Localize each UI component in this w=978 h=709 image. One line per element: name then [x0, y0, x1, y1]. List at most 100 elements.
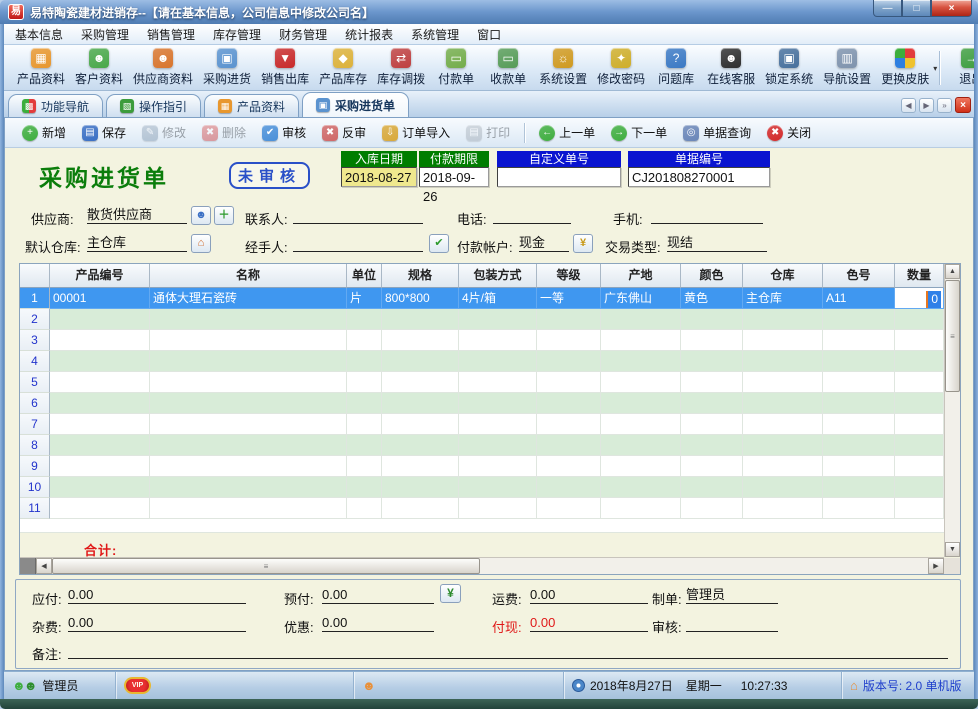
cell-warehouse[interactable]: [743, 477, 823, 498]
cell-warehouse[interactable]: [743, 372, 823, 393]
cell-origin[interactable]: [601, 414, 681, 435]
cell-quantity[interactable]: [895, 456, 944, 477]
close-button[interactable]: ×: [931, 0, 972, 17]
cell-name[interactable]: [150, 498, 347, 519]
cell-origin[interactable]: [601, 498, 681, 519]
cell-quantity[interactable]: [895, 393, 944, 414]
cell-color[interactable]: [681, 393, 743, 414]
table-row[interactable]: 10: [20, 477, 960, 498]
cell-warehouse[interactable]: [743, 498, 823, 519]
toolbar-question-bank-button[interactable]: ?问题库: [650, 46, 702, 89]
phone-field[interactable]: [493, 207, 571, 224]
tab-purchase-order[interactable]: ▣采购进货单: [302, 92, 409, 117]
maximize-button[interactable]: □: [902, 0, 931, 17]
cell-grade[interactable]: [537, 435, 601, 456]
cell-unit[interactable]: [347, 498, 382, 519]
prev-doc-button[interactable]: ←上一单: [532, 122, 602, 143]
table-row[interactable]: 5: [20, 372, 960, 393]
cell-product-code[interactable]: [50, 330, 150, 351]
supplier-add-button[interactable]: ＋: [214, 206, 234, 225]
payment-account-field[interactable]: 现金: [519, 235, 569, 252]
cell-spec[interactable]: [382, 309, 459, 330]
cell-product-code[interactable]: [50, 309, 150, 330]
cash-paid-field[interactable]: 0.00: [530, 615, 648, 632]
table-row[interactable]: 100001通体大理石瓷砖片800*8004片/箱一等广东佛山黄色主仓库A110: [20, 288, 960, 309]
cell-color-no[interactable]: [823, 372, 895, 393]
cell-packing[interactable]: [459, 435, 537, 456]
handler-select-button[interactable]: ✔: [429, 234, 449, 253]
toolbar-product-data-button[interactable]: ▦产品资料: [12, 46, 70, 89]
cell-warehouse[interactable]: 主仓库: [743, 288, 823, 309]
horizontal-scrollbar[interactable]: ◀ ≡ ▶: [20, 557, 944, 574]
cell-unit[interactable]: [347, 351, 382, 372]
cell-packing[interactable]: 4片/箱: [459, 288, 537, 309]
cell-color-no[interactable]: [823, 393, 895, 414]
cell-spec[interactable]: [382, 498, 459, 519]
cell-name[interactable]: [150, 435, 347, 456]
cell-grade[interactable]: [537, 309, 601, 330]
toolbar-stock-transfer-button[interactable]: ⇄库存调拨: [372, 46, 430, 89]
column-header-origin[interactable]: 产地: [601, 264, 681, 288]
doc-query-button[interactable]: ◎单据查询: [676, 122, 758, 143]
cell-name[interactable]: [150, 351, 347, 372]
cell-origin[interactable]: [601, 330, 681, 351]
cell-warehouse[interactable]: [743, 330, 823, 351]
column-header-quantity[interactable]: 数量: [895, 264, 944, 288]
cell-origin[interactable]: [601, 393, 681, 414]
menu-item-sales-mgmt[interactable]: 销售管理: [138, 24, 204, 45]
cell-color-no[interactable]: A11: [823, 288, 895, 309]
cell-color-no[interactable]: [823, 351, 895, 372]
cell-grade[interactable]: 一等: [537, 288, 601, 309]
cell-name[interactable]: [150, 393, 347, 414]
tab-function-nav[interactable]: ▩功能导航: [8, 94, 103, 117]
inbound-date-value[interactable]: 2018-08-27: [341, 167, 417, 187]
cell-quantity[interactable]: [895, 309, 944, 330]
toolbar-online-service-button[interactable]: ☻在线客服: [702, 46, 760, 89]
cell-grade[interactable]: [537, 414, 601, 435]
add-button[interactable]: +新增: [15, 122, 73, 143]
tab-list-menu-button[interactable]: »: [937, 98, 952, 113]
cell-packing[interactable]: [459, 498, 537, 519]
cell-quantity[interactable]: [895, 498, 944, 519]
table-row[interactable]: 6: [20, 393, 960, 414]
cell-quantity[interactable]: 0: [895, 288, 944, 309]
toolbar-product-stock-button[interactable]: ◆产品库存: [314, 46, 372, 89]
cell-color-no[interactable]: [823, 330, 895, 351]
custom-no-value[interactable]: [497, 167, 621, 187]
cell-packing[interactable]: [459, 393, 537, 414]
cell-product-code[interactable]: [50, 498, 150, 519]
supplier-field[interactable]: 散货供应商: [87, 207, 187, 224]
next-doc-button[interactable]: →下一单: [604, 122, 674, 143]
column-header-product-code[interactable]: 产品编号: [50, 264, 150, 288]
toolbar-nav-settings-button[interactable]: ▥导航设置: [818, 46, 876, 89]
cell-spec[interactable]: [382, 330, 459, 351]
cell-spec[interactable]: [382, 414, 459, 435]
toolbar-system-settings-button[interactable]: ☼系统设置: [534, 46, 592, 89]
cell-warehouse[interactable]: [743, 351, 823, 372]
cell-quantity[interactable]: [895, 372, 944, 393]
cell-quantity[interactable]: [895, 414, 944, 435]
table-row[interactable]: 3: [20, 330, 960, 351]
cell-quantity[interactable]: [895, 330, 944, 351]
cell-spec[interactable]: [382, 477, 459, 498]
column-header-spec[interactable]: 规格: [382, 264, 459, 288]
cell-unit[interactable]: [347, 309, 382, 330]
prepaid-field[interactable]: 0.00: [322, 587, 434, 604]
audit-button[interactable]: ✔审核: [255, 122, 313, 143]
column-header-grade[interactable]: 等级: [537, 264, 601, 288]
cell-unit[interactable]: [347, 414, 382, 435]
column-header-warehouse[interactable]: 仓库: [743, 264, 823, 288]
column-header-unit[interactable]: 单位: [347, 264, 382, 288]
cell-color-no[interactable]: [823, 309, 895, 330]
cell-packing[interactable]: [459, 330, 537, 351]
toolbar-purchase-in-button[interactable]: ▣采购进货: [198, 46, 256, 89]
cell-quantity[interactable]: [895, 435, 944, 456]
warehouse-select-button[interactable]: ⌂: [191, 234, 211, 253]
cell-grade[interactable]: [537, 393, 601, 414]
cell-origin[interactable]: [601, 309, 681, 330]
cell-product-code[interactable]: [50, 393, 150, 414]
toolbar-sales-out-button[interactable]: ▼销售出库: [256, 46, 314, 89]
column-header-packing[interactable]: 包装方式: [459, 264, 537, 288]
column-header-color-no[interactable]: 色号: [823, 264, 895, 288]
cell-color[interactable]: [681, 498, 743, 519]
